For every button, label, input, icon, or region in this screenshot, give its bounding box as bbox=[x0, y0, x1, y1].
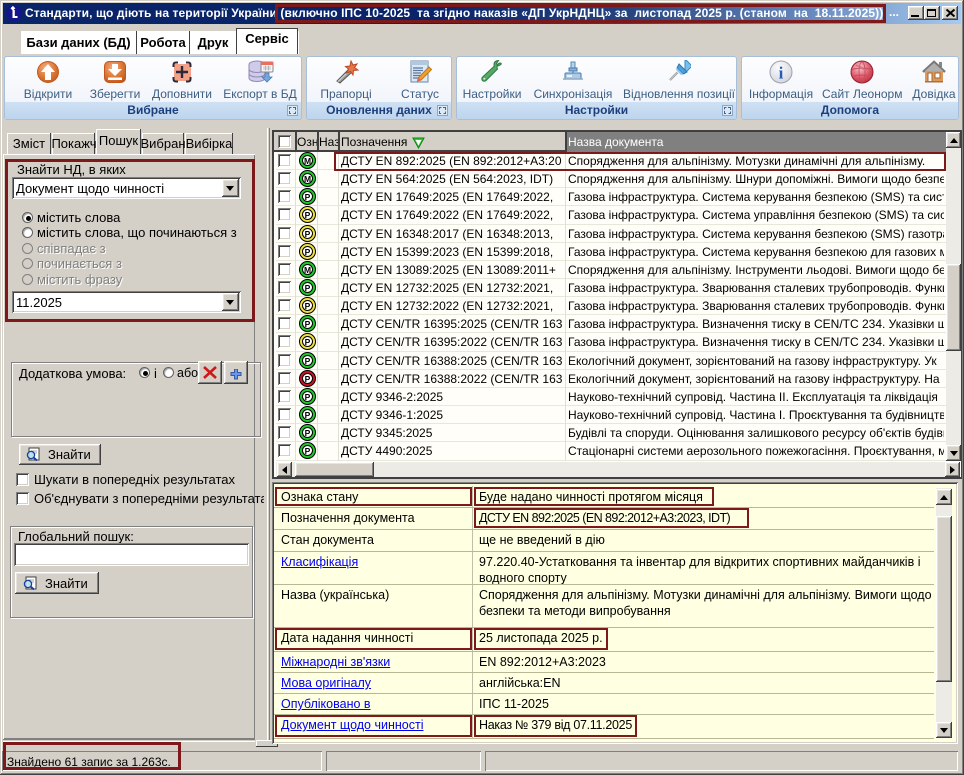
svg-text:i: i bbox=[779, 64, 784, 83]
